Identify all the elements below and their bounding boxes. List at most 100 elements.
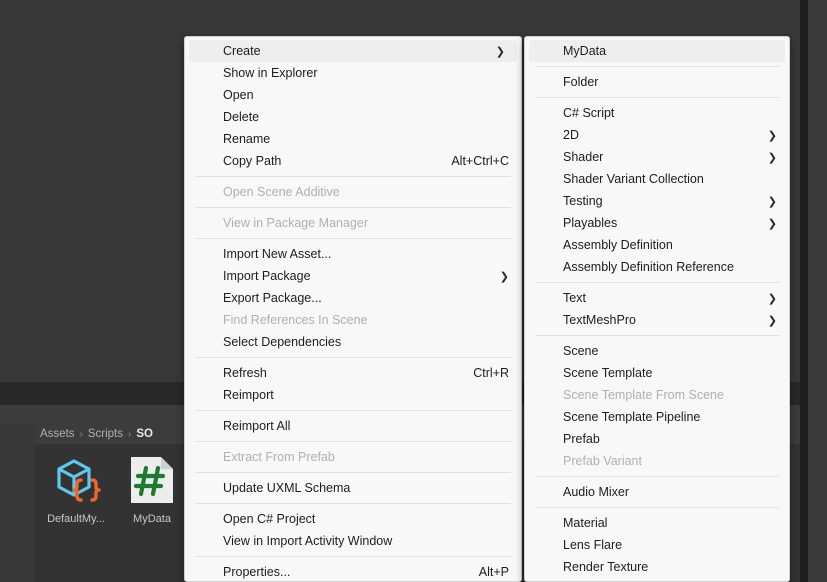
menu-item-label: Open [223,88,254,102]
menu-item-label: Render Texture [563,560,649,574]
menu-item-label: Assembly Definition Reference [563,260,734,274]
menu-item-label: Copy Path [223,154,282,168]
menu-item-import-new-asset[interactable]: Import New Asset... [185,243,521,265]
menu-item-label: Scene Template [563,366,653,380]
menu-item-material[interactable]: Material [525,512,789,534]
breadcrumb-item-scripts[interactable]: Scripts [88,428,123,440]
menu-separator [195,176,511,177]
menu-item-open-c-project[interactable]: Open C# Project [185,508,521,530]
menu-separator [535,66,779,67]
menu-item-import-package[interactable]: Import Package ❯ [185,265,521,287]
menu-item-label: Playables [563,216,618,230]
asset-item[interactable]: MyData [120,452,184,525]
menu-item-2d[interactable]: 2D ❯ [525,124,789,146]
asset-item[interactable]: DefaultMy... [44,452,108,525]
menu-separator [535,97,779,98]
menu-item-reimport-all[interactable]: Reimport All [185,415,521,437]
menu-item-label: Reimport [223,388,274,402]
menu-item-reimport[interactable]: Reimport [185,384,521,406]
editor-right-light-strip [808,0,827,582]
menu-item-export-package[interactable]: Export Package... [185,287,521,309]
menu-item-label: Shader Variant Collection [563,172,704,186]
menu-item-label: Select Dependencies [223,335,342,349]
menu-item-label: Create [223,44,261,58]
menu-item-properties[interactable]: Properties... Alt+P [185,561,521,581]
menu-item-label: Testing [563,194,603,208]
menu-item-scene-template-pipeline[interactable]: Scene Template Pipeline [525,406,789,428]
create-submenu[interactable]: MyData Folder C# Script 2D ❯ Shader ❯ Shader Va… [524,36,790,582]
scriptable-object-icon [48,452,104,508]
menu-item-shortcut: Ctrl+R [473,366,509,380]
breadcrumb-item-assets[interactable]: Assets [40,428,75,440]
menu-item-open[interactable]: Open [185,84,521,106]
menu-item-label: C# Script [563,106,615,120]
menu-item-view-in-package-manager: View in Package Manager [185,212,521,234]
menu-item-assembly-definition[interactable]: Assembly Definition [525,234,789,256]
menu-item-view-in-import-activity-window[interactable]: View in Import Activity Window [185,530,521,552]
menu-item-select-dependencies[interactable]: Select Dependencies [185,331,521,353]
menu-item-rename[interactable]: Rename [185,128,521,150]
menu-item-label: Open Scene Additive [223,185,340,199]
menu-item-label: Rename [223,132,271,146]
menu-item-playables[interactable]: Playables ❯ [525,212,789,234]
menu-item-copy-path[interactable]: Copy Path Alt+Ctrl+C [185,150,521,172]
menu-item-label: Shader [563,150,604,164]
menu-item-render-texture[interactable]: Render Texture [525,556,789,578]
menu-item-label: View in Import Activity Window [223,534,393,548]
menu-item-scene-template[interactable]: Scene Template [525,362,789,384]
breadcrumb[interactable]: Assets › Scripts › SO [40,425,153,443]
editor-right-dark-strip [800,0,808,582]
menu-item-scene-template-from-scene: Scene Template From Scene [525,384,789,406]
menu-separator [195,207,511,208]
menu-separator [195,238,511,239]
menu-separator [195,556,511,557]
asset-context-menu[interactable]: Create ❯ Show in Explorer Open Delete Rename C… [184,36,522,582]
breadcrumb-item-so[interactable]: SO [136,428,153,440]
asset-label: MyData [133,513,171,525]
menu-item-label: Scene Template From Scene [563,388,724,402]
menu-item-label: Prefab Variant [563,454,642,468]
menu-separator [535,335,779,336]
breadcrumb-separator: › [79,428,83,440]
menu-item-shader[interactable]: Shader ❯ [525,146,789,168]
menu-item-label: Scene [563,344,599,358]
project-sidebar-column [0,423,35,582]
menu-item-delete[interactable]: Delete [185,106,521,128]
menu-item-text[interactable]: Text ❯ [525,287,789,309]
menu-separator [535,507,779,508]
menu-item-label: Material [563,516,608,530]
menu-item-shader-variant-collection[interactable]: Shader Variant Collection [525,168,789,190]
menu-item-label: Reimport All [223,419,291,433]
menu-item-find-references-in-scene: Find References In Scene [185,309,521,331]
menu-item-textmeshpro[interactable]: TextMeshPro ❯ [525,309,789,331]
menu-item-audio-mixer[interactable]: Audio Mixer [525,481,789,503]
menu-item-scene[interactable]: Scene [525,340,789,362]
menu-item-c-script[interactable]: C# Script [525,102,789,124]
menu-separator [195,503,511,504]
breadcrumb-separator: › [128,428,132,440]
menu-item-create[interactable]: Create ❯ [189,40,517,62]
menu-item-testing[interactable]: Testing ❯ [525,190,789,212]
menu-item-assembly-definition-reference[interactable]: Assembly Definition Reference [525,256,789,278]
menu-item-extract-from-prefab: Extract From Prefab [185,446,521,468]
menu-item-label: Extract From Prefab [223,450,335,464]
chevron-right-icon: ❯ [767,129,777,142]
menu-item-prefab[interactable]: Prefab [525,428,789,450]
chevron-right-icon: ❯ [495,45,505,58]
asset-label: DefaultMy... [47,513,105,525]
menu-item-label: Properties... [223,565,291,579]
menu-item-update-uxml-schema[interactable]: Update UXML Schema [185,477,521,499]
menu-item-label: Text [563,291,586,305]
menu-item-label: Import Package [223,269,311,283]
menu-item-label: Import New Asset... [223,247,332,261]
menu-item-show-in-explorer[interactable]: Show in Explorer [185,62,521,84]
menu-item-folder[interactable]: Folder [525,71,789,93]
menu-item-lens-flare[interactable]: Lens Flare [525,534,789,556]
menu-item-label: Show in Explorer [223,66,318,80]
csharp-script-icon [124,452,180,508]
menu-separator [535,282,779,283]
menu-item-label: Delete [223,110,260,124]
menu-item-label: Find References In Scene [223,313,368,327]
menu-item-refresh[interactable]: Refresh Ctrl+R [185,362,521,384]
menu-item-mydata[interactable]: MyData [529,40,785,62]
